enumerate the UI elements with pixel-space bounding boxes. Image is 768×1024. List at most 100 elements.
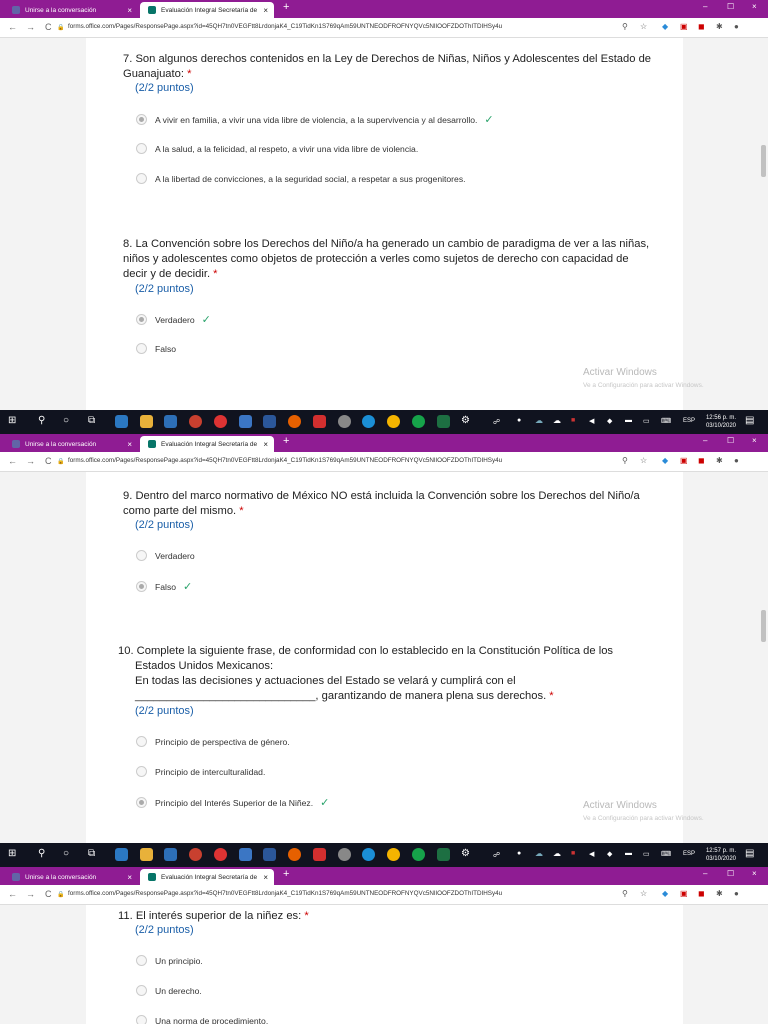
- extension-icon[interactable]: ◼: [698, 456, 705, 465]
- radio[interactable]: [136, 736, 147, 747]
- app-icon[interactable]: [239, 415, 252, 428]
- close-window-button[interactable]: ×: [752, 869, 757, 878]
- forward-button[interactable]: →: [26, 889, 35, 899]
- forward-button[interactable]: →: [26, 456, 35, 466]
- extension-icon[interactable]: ◼: [698, 22, 705, 31]
- close-tab-icon[interactable]: ×: [263, 6, 268, 15]
- close-tab-icon[interactable]: ×: [263, 440, 268, 449]
- reload-button[interactable]: C: [45, 22, 52, 32]
- app-icon[interactable]: [164, 415, 177, 428]
- option[interactable]: Falso: [136, 343, 176, 354]
- onedrive-icon[interactable]: ☁: [535, 416, 543, 425]
- app-icon[interactable]: [263, 415, 276, 428]
- app-icon[interactable]: [412, 848, 425, 861]
- excel-icon[interactable]: [437, 848, 450, 861]
- chrome-icon[interactable]: [387, 415, 400, 428]
- puzzle-icon[interactable]: ✱: [716, 889, 723, 898]
- radio[interactable]: [136, 766, 147, 777]
- profile-avatar[interactable]: ●: [734, 889, 739, 898]
- close-tab-icon[interactable]: ×: [127, 440, 132, 449]
- url-input[interactable]: forms.office.com/Pages/ResponsePage.aspx…: [68, 457, 502, 464]
- zoom-icon[interactable]: ⚲: [622, 22, 628, 31]
- new-tab-button[interactable]: +: [283, 1, 289, 13]
- settings-icon[interactable]: ⚙: [461, 848, 470, 859]
- pdf-icon[interactable]: [313, 415, 326, 428]
- extension-icon[interactable]: ▣: [680, 22, 688, 31]
- extension-icon[interactable]: ▣: [680, 889, 688, 898]
- tab-teams[interactable]: Unirse a la conversación ×: [4, 436, 138, 452]
- app-icon[interactable]: [338, 415, 351, 428]
- star-icon[interactable]: ☆: [640, 889, 647, 898]
- extension-icon[interactable]: ◆: [662, 22, 668, 31]
- app-icon[interactable]: [189, 415, 202, 428]
- scrollbar-thumb[interactable]: [761, 610, 766, 642]
- puzzle-icon[interactable]: ✱: [716, 22, 723, 31]
- app-icon[interactable]: [115, 415, 128, 428]
- task-view-icon[interactable]: ⧉: [88, 848, 95, 859]
- battery-icon[interactable]: ▬: [625, 850, 632, 857]
- scrollbar-thumb[interactable]: [761, 145, 766, 177]
- tab-forms[interactable]: Evaluación Integral Secretaría de ×: [140, 436, 274, 452]
- language-indicator[interactable]: ESP: [683, 851, 695, 857]
- option[interactable]: Verdadero: [136, 550, 195, 561]
- language-indicator[interactable]: ESP: [683, 418, 695, 424]
- option[interactable]: A la salud, a la felicidad, al respeto, …: [136, 143, 418, 154]
- search-icon[interactable]: ⚲: [38, 848, 45, 859]
- option[interactable]: Una norma de procedimiento.: [136, 1015, 268, 1024]
- tray-icon[interactable]: ■: [571, 850, 575, 857]
- radio[interactable]: [136, 343, 147, 354]
- excel-icon[interactable]: [437, 415, 450, 428]
- tab-forms[interactable]: Evaluación Integral Secretaría de ×: [140, 869, 274, 885]
- app-icon[interactable]: [115, 848, 128, 861]
- option[interactable]: Falso ✓: [136, 580, 192, 593]
- maximize-button[interactable]: ☐: [727, 436, 734, 445]
- option[interactable]: Un derecho.: [136, 985, 202, 996]
- minimize-button[interactable]: –: [703, 436, 707, 445]
- onedrive-icon[interactable]: ☁: [535, 849, 543, 858]
- network-icon[interactable]: ◆: [607, 850, 612, 858]
- url-input[interactable]: forms.office.com/Pages/ResponsePage.aspx…: [68, 890, 502, 897]
- forward-button[interactable]: →: [26, 22, 35, 32]
- radio-selected[interactable]: [136, 314, 147, 325]
- clock[interactable]: 12:57 p. m. 03/10/2020: [700, 847, 736, 863]
- app-icon[interactable]: [412, 415, 425, 428]
- windows-start-icon[interactable]: ⊞: [8, 848, 16, 859]
- app-icon[interactable]: [140, 848, 153, 861]
- new-tab-button[interactable]: +: [283, 868, 289, 880]
- app-icon[interactable]: [164, 848, 177, 861]
- minimize-button[interactable]: –: [703, 869, 707, 878]
- extension-icon[interactable]: ◼: [698, 889, 705, 898]
- edge-icon[interactable]: [362, 415, 375, 428]
- reload-button[interactable]: C: [45, 456, 52, 466]
- tray-icon[interactable]: ▭: [643, 850, 650, 858]
- keyboard-icon[interactable]: ⌨: [661, 850, 671, 858]
- tray-icon[interactable]: ●: [517, 850, 521, 857]
- radio-selected[interactable]: [136, 797, 147, 808]
- radio[interactable]: [136, 173, 147, 184]
- settings-icon[interactable]: ⚙: [461, 415, 470, 426]
- app-icon[interactable]: [140, 415, 153, 428]
- people-icon[interactable]: ☍: [493, 851, 500, 859]
- back-button[interactable]: ←: [8, 889, 17, 899]
- app-icon[interactable]: [214, 415, 227, 428]
- close-window-button[interactable]: ×: [752, 2, 757, 11]
- option[interactable]: Verdadero ✓: [136, 313, 211, 326]
- app-icon[interactable]: [263, 848, 276, 861]
- chrome-icon[interactable]: [387, 848, 400, 861]
- option[interactable]: A la libertad de convicciones, a la segu…: [136, 173, 466, 184]
- notifications-icon[interactable]: ▤: [745, 848, 754, 859]
- star-icon[interactable]: ☆: [640, 456, 647, 465]
- windows-start-icon[interactable]: ⊞: [8, 415, 16, 426]
- extension-icon[interactable]: ◆: [662, 889, 668, 898]
- cloud-icon[interactable]: ☁: [553, 416, 561, 425]
- search-icon[interactable]: ⚲: [38, 415, 45, 426]
- maximize-button[interactable]: ☐: [727, 2, 734, 11]
- pdf-icon[interactable]: [313, 848, 326, 861]
- maximize-button[interactable]: ☐: [727, 869, 734, 878]
- task-view-icon[interactable]: ⧉: [88, 415, 95, 426]
- close-window-button[interactable]: ×: [752, 436, 757, 445]
- new-tab-button[interactable]: +: [283, 435, 289, 447]
- zoom-icon[interactable]: ⚲: [622, 456, 628, 465]
- close-tab-icon[interactable]: ×: [127, 6, 132, 15]
- radio[interactable]: [136, 143, 147, 154]
